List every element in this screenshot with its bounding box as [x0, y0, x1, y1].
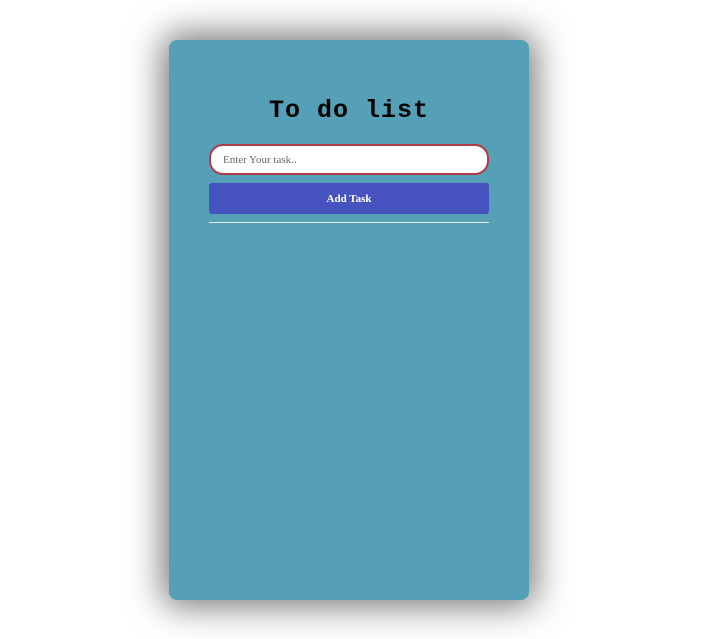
page: To do list Add Task: [0, 0, 711, 639]
divider: [209, 222, 489, 223]
page-title: To do list: [268, 96, 430, 125]
task-input[interactable]: [209, 144, 489, 175]
add-task-button[interactable]: Add Task: [209, 183, 489, 214]
todo-card: To do list Add Task: [169, 40, 529, 600]
